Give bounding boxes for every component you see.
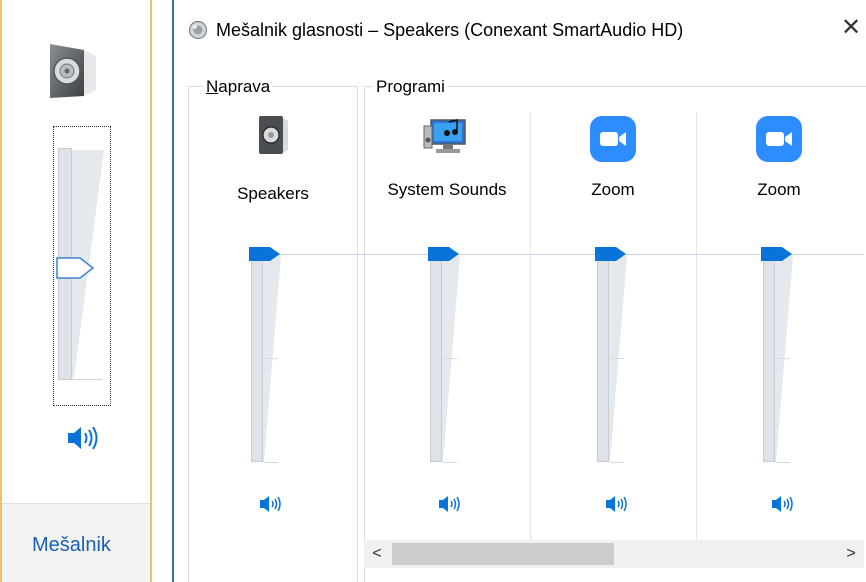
flyout-footer: Mešalnik [2, 503, 150, 582]
chevron-right-icon: > [846, 545, 856, 562]
window-title: Mešalnik glasnosti – Speakers (Conexant … [216, 20, 684, 40]
channel-volume-track[interactable] [430, 254, 442, 462]
channel-volume-track[interactable] [763, 254, 775, 462]
volume-wedge [263, 256, 281, 462]
channel-volume-thumb[interactable] [248, 246, 282, 262]
volume-icon [439, 496, 460, 512]
slider-tick [443, 358, 457, 359]
scrollbar-thumb[interactable] [392, 543, 614, 565]
channel-name: Speakers [237, 184, 309, 203]
channel-volume-thumb[interactable] [594, 246, 628, 262]
channel-name: Zoom [757, 180, 801, 199]
channel-volume-track[interactable] [597, 254, 609, 462]
slider-tick [264, 358, 278, 359]
slider-tick [776, 358, 790, 359]
volume-mixer-window: Mešalnik glasnosti – Speakers (Conexant … [172, 0, 866, 582]
mute-button[interactable] [438, 494, 462, 519]
title-bar[interactable]: Mešalnik glasnosti – Speakers (Conexant … [174, 0, 866, 62]
slider-tick [264, 462, 278, 463]
volume-icon [606, 496, 627, 512]
device-group-label-text: aprava [218, 77, 271, 96]
master-volume-thumb[interactable] [56, 256, 96, 280]
volume-wedge [775, 256, 793, 462]
slider-baseline [72, 379, 102, 380]
slider-tick [776, 462, 790, 463]
zoom-icon[interactable] [590, 116, 636, 167]
channel-system-sounds: System Sounds [364, 96, 530, 536]
speaker-device-icon[interactable] [256, 114, 290, 161]
slider-tick [610, 462, 624, 463]
volume-icon[interactable] [66, 424, 100, 457]
channel-name: Zoom [591, 180, 635, 199]
device-group-label: Naprava [203, 77, 274, 97]
scroll-right-button[interactable]: > [838, 540, 864, 568]
channel-name: System Sounds [387, 180, 507, 199]
close-button[interactable]: ✕ [840, 16, 862, 40]
channel-volume-thumb[interactable] [760, 246, 794, 262]
device-group-label-accesskey: N [206, 77, 219, 96]
chevron-left-icon: < [372, 545, 382, 562]
channel-volume-track[interactable] [251, 254, 263, 462]
apps-group-label: Programi [373, 77, 448, 97]
mute-button[interactable] [771, 494, 795, 519]
volume-icon [260, 496, 281, 512]
mixer-link[interactable]: Mešalnik [32, 534, 111, 557]
channel-volume-thumb[interactable] [427, 246, 461, 262]
volume-flyout: Mešalnik [0, 0, 152, 582]
speaker-app-icon [188, 20, 208, 45]
channel-speakers: Speakers [188, 96, 358, 536]
mute-button[interactable] [259, 494, 283, 519]
zoom-icon[interactable] [756, 116, 802, 167]
horizontal-scrollbar[interactable]: < > [364, 540, 864, 568]
slider-tick [443, 462, 457, 463]
close-icon: ✕ [840, 14, 862, 41]
mute-button[interactable] [605, 494, 629, 519]
scroll-left-button[interactable]: < [364, 540, 390, 568]
system-sounds-icon[interactable] [423, 114, 471, 163]
channel-zoom: Zoom [530, 96, 696, 536]
channel-zoom: Zoom [696, 96, 862, 536]
slider-tick [610, 358, 624, 359]
volume-icon [772, 496, 793, 512]
volume-wedge [609, 256, 627, 462]
volume-wedge [442, 256, 460, 462]
speaker-device-icon [44, 40, 100, 102]
